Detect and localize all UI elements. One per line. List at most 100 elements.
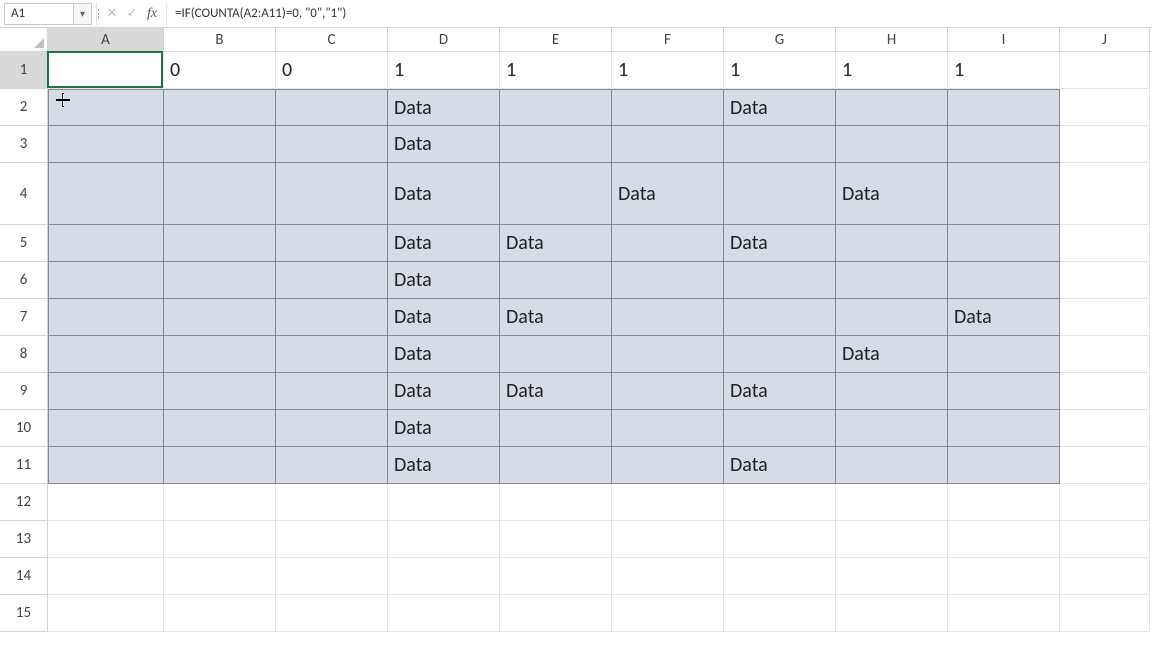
cell-A15[interactable] (48, 595, 164, 632)
column-header-I[interactable]: I (948, 28, 1060, 51)
cell-E12[interactable] (500, 484, 612, 521)
cell-J4[interactable] (1060, 163, 1150, 225)
formula-cancel-button[interactable]: ✕ (102, 3, 122, 25)
cell-B2[interactable] (164, 89, 276, 126)
row-header-15[interactable]: 15 (0, 595, 48, 632)
row-header-11[interactable]: 11 (0, 447, 48, 484)
cell-A3[interactable] (48, 126, 164, 163)
cell-J11[interactable] (1060, 447, 1150, 484)
cell-I5[interactable] (948, 225, 1060, 262)
cell-E6[interactable] (500, 262, 612, 299)
cell-D7[interactable]: Data (388, 299, 500, 336)
cell-F2[interactable] (612, 89, 724, 126)
insert-function-button[interactable]: fx (142, 3, 162, 25)
cell-J5[interactable] (1060, 225, 1150, 262)
cell-G14[interactable] (724, 558, 836, 595)
cell-H2[interactable] (836, 89, 948, 126)
cell-B11[interactable] (164, 447, 276, 484)
cell-H4[interactable]: Data (836, 163, 948, 225)
cell-I4[interactable] (948, 163, 1060, 225)
cell-B8[interactable] (164, 336, 276, 373)
cell-A10[interactable] (48, 410, 164, 447)
cell-I8[interactable] (948, 336, 1060, 373)
cell-A7[interactable] (48, 299, 164, 336)
cell-I3[interactable] (948, 126, 1060, 163)
cell-H3[interactable] (836, 126, 948, 163)
cell-A11[interactable] (48, 447, 164, 484)
cell-H13[interactable] (836, 521, 948, 558)
cell-F14[interactable] (612, 558, 724, 595)
row-header-6[interactable]: 6 (0, 262, 48, 299)
cell-C2[interactable] (276, 89, 388, 126)
cell-H15[interactable] (836, 595, 948, 632)
cell-D9[interactable]: Data (388, 373, 500, 410)
cell-F12[interactable] (612, 484, 724, 521)
column-header-D[interactable]: D (388, 28, 500, 51)
cell-H14[interactable] (836, 558, 948, 595)
cell-C7[interactable] (276, 299, 388, 336)
cell-F9[interactable] (612, 373, 724, 410)
cell-D5[interactable]: Data (388, 225, 500, 262)
cell-D13[interactable] (388, 521, 500, 558)
cell-F6[interactable] (612, 262, 724, 299)
cell-B14[interactable] (164, 558, 276, 595)
cell-C12[interactable] (276, 484, 388, 521)
cell-E14[interactable] (500, 558, 612, 595)
cell-D6[interactable]: Data (388, 262, 500, 299)
cell-C9[interactable] (276, 373, 388, 410)
cell-H8[interactable]: Data (836, 336, 948, 373)
cell-D11[interactable]: Data (388, 447, 500, 484)
cell-D14[interactable] (388, 558, 500, 595)
cell-A13[interactable] (48, 521, 164, 558)
column-header-G[interactable]: G (724, 28, 836, 51)
cell-H9[interactable] (836, 373, 948, 410)
cell-B10[interactable] (164, 410, 276, 447)
cell-E15[interactable] (500, 595, 612, 632)
cell-B3[interactable] (164, 126, 276, 163)
cell-C15[interactable] (276, 595, 388, 632)
row-header-9[interactable]: 9 (0, 373, 48, 410)
cell-J7[interactable] (1060, 299, 1150, 336)
formula-enter-button[interactable]: ✓ (122, 3, 142, 25)
cell-J8[interactable] (1060, 336, 1150, 373)
select-all-corner[interactable] (0, 28, 48, 51)
cell-B6[interactable] (164, 262, 276, 299)
row-header-4[interactable]: 4 (0, 163, 48, 225)
cell-B4[interactable] (164, 163, 276, 225)
cell-C11[interactable] (276, 447, 388, 484)
column-header-H[interactable]: H (836, 28, 948, 51)
cell-F3[interactable] (612, 126, 724, 163)
cell-C10[interactable] (276, 410, 388, 447)
cell-J12[interactable] (1060, 484, 1150, 521)
cell-J3[interactable] (1060, 126, 1150, 163)
cell-I14[interactable] (948, 558, 1060, 595)
row-header-14[interactable]: 14 (0, 558, 48, 595)
column-header-F[interactable]: F (612, 28, 724, 51)
cell-B7[interactable] (164, 299, 276, 336)
row-header-2[interactable]: 2 (0, 89, 48, 126)
cell-G4[interactable] (724, 163, 836, 225)
cell-G8[interactable] (724, 336, 836, 373)
cell-E10[interactable] (500, 410, 612, 447)
cell-E4[interactable] (500, 163, 612, 225)
cell-E11[interactable] (500, 447, 612, 484)
cell-E3[interactable] (500, 126, 612, 163)
cell-A12[interactable] (48, 484, 164, 521)
cell-G9[interactable]: Data (724, 373, 836, 410)
cell-H7[interactable] (836, 299, 948, 336)
cell-I2[interactable] (948, 89, 1060, 126)
cell-G3[interactable] (724, 126, 836, 163)
cell-H11[interactable] (836, 447, 948, 484)
cell-I7[interactable]: Data (948, 299, 1060, 336)
row-header-3[interactable]: 3 (0, 126, 48, 163)
cell-F1[interactable]: 1 (612, 52, 724, 89)
cell-G13[interactable] (724, 521, 836, 558)
cell-D15[interactable] (388, 595, 500, 632)
cell-F8[interactable] (612, 336, 724, 373)
cell-E2[interactable] (500, 89, 612, 126)
cell-J6[interactable] (1060, 262, 1150, 299)
cell-G10[interactable] (724, 410, 836, 447)
cell-C1[interactable]: 0 (276, 52, 388, 89)
cell-B5[interactable] (164, 225, 276, 262)
cell-J1[interactable] (1060, 52, 1150, 89)
